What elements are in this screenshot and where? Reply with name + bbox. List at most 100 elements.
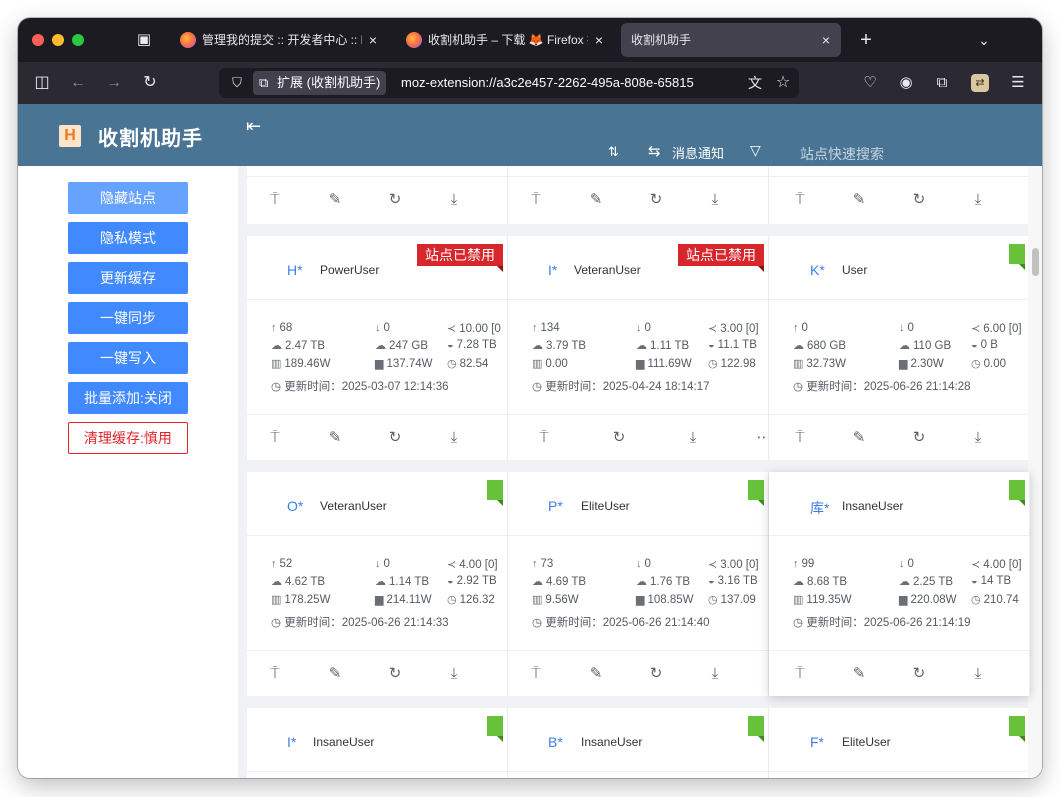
refresh-icon[interactable]: ↻	[646, 664, 666, 684]
url-text[interactable]: moz-extension://a3c2e457-2262-495a-808e-…	[401, 68, 741, 98]
pocket-icon[interactable]: ♡	[858, 71, 882, 95]
site-card[interactable]: I* VeteranUser 站点已禁用 ↑ 134 ↓ 0 ≺ 3.00 [0] ☁…	[508, 236, 769, 460]
filter-icon[interactable]: ▽	[750, 142, 761, 159]
refresh-icon[interactable]: ↻	[609, 428, 629, 448]
tab-harvester-assistant[interactable]: 收割机助手 ×	[621, 23, 841, 57]
site-abbr[interactable]: I*	[287, 734, 296, 750]
paint-roller-icon[interactable]: ⍑	[526, 664, 546, 684]
extensions-icon[interactable]: ⧉	[930, 71, 954, 95]
download-icon[interactable]: ⤓	[968, 190, 988, 210]
scrollbar-thumb[interactable]	[1032, 248, 1039, 276]
paint-roller-icon[interactable]: ⍑	[265, 428, 285, 448]
site-abbr[interactable]: K*	[810, 262, 825, 278]
update-cache-button[interactable]: 更新缓存	[68, 262, 188, 294]
site-card[interactable]: I* InsaneUser	[247, 708, 508, 778]
firefox-view-icon[interactable]: ▣	[134, 30, 154, 50]
refresh-icon[interactable]: ↻	[646, 190, 666, 210]
download-icon[interactable]: ⤓	[705, 190, 725, 210]
paint-roller-icon[interactable]: ⍑	[790, 190, 810, 210]
refresh-icon[interactable]: ↻	[909, 664, 929, 684]
site-abbr[interactable]: B*	[548, 734, 563, 750]
paint-roller-icon[interactable]: ⍑	[526, 190, 546, 210]
edit-icon[interactable]: ✎	[849, 428, 869, 448]
tracking-protection-shield-icon[interactable]: ⛉	[227, 73, 247, 93]
tab-close-icon[interactable]: ×	[366, 23, 380, 57]
card-actions: ⍑ ✎ ↻ ⤓	[247, 650, 507, 696]
site-search-input[interactable]: 站点快速搜索	[800, 144, 884, 164]
edit-icon[interactable]: ✎	[325, 664, 345, 684]
site-abbr[interactable]: O*	[287, 498, 303, 514]
download-icon[interactable]: ⤓	[968, 664, 988, 684]
refresh-icon[interactable]: ↻	[385, 428, 405, 448]
site-card[interactable]: P* EliteUser ↑ 73 ↓ 0 ≺ 3.00 [0] ☁ 4.69 TB ☁…	[508, 472, 769, 696]
extension-identity-badge[interactable]: ⧉ 扩展 (收割机助手)	[253, 71, 387, 95]
site-abbr[interactable]: F*	[810, 734, 824, 750]
edit-icon[interactable]: ✎	[325, 428, 345, 448]
download-icon[interactable]: ⤓	[444, 428, 464, 448]
list-all-tabs-icon[interactable]: ⌄	[972, 28, 996, 52]
site-card[interactable]: O* VeteranUser ↑ 52 ↓ 0 ≺ 4.00 [0] ☁ 4.62 TB…	[247, 472, 508, 696]
collapse-menu-icon[interactable]: ⇤	[246, 116, 266, 136]
edit-icon[interactable]: ✎	[849, 664, 869, 684]
translate-icon[interactable]: 文	[745, 73, 765, 93]
site-abbr[interactable]: H*	[287, 262, 303, 278]
tab-addon-download[interactable]: 收割机助手 – 下载 🦊 Firefox 扩展 ×	[396, 23, 614, 57]
batch-add-button[interactable]: 批量添加:关闭	[68, 382, 188, 414]
close-window-button[interactable]	[32, 34, 44, 46]
sidebar-toggle-icon[interactable]: ◫	[30, 71, 54, 95]
url-bar[interactable]: ⛉ ⧉ 扩展 (收割机助手) moz-extension://a3c2e457-…	[219, 68, 799, 98]
download-icon[interactable]: ⤓	[683, 428, 703, 448]
download-icon[interactable]: ⤓	[705, 664, 725, 684]
edit-icon[interactable]: ✎	[586, 664, 606, 684]
edit-icon[interactable]: ✎	[849, 190, 869, 210]
download-icon[interactable]: ⤓	[968, 428, 988, 448]
site-card[interactable]: H* PowerUser 站点已禁用 ↑ 68 ↓ 0 ≺ 10.00 [0 ☁ 2.4…	[247, 236, 508, 460]
download-icon[interactable]: ⤓	[444, 190, 464, 210]
paint-roller-icon[interactable]: ⍑	[534, 428, 554, 448]
tab-close-icon[interactable]: ×	[819, 23, 833, 57]
paint-roller-icon[interactable]: ⍑	[265, 664, 285, 684]
refresh-icon[interactable]: ↻	[385, 190, 405, 210]
clear-cache-button[interactable]: 清理缓存:慎用	[68, 422, 188, 454]
edit-icon[interactable]: ✎	[325, 190, 345, 210]
site-card[interactable]: B* InsaneUser	[508, 708, 769, 778]
reload-icon[interactable]: ↻	[138, 71, 162, 95]
hide-sites-button[interactable]: 隐藏站点	[68, 182, 188, 214]
account-icon[interactable]: ◉	[894, 71, 918, 95]
notification-icon[interactable]: ⇆	[648, 142, 661, 160]
refresh-icon[interactable]: ↻	[909, 428, 929, 448]
tab-close-icon[interactable]: ×	[592, 23, 606, 57]
menu-icon[interactable]: ☰	[1006, 71, 1030, 95]
back-icon[interactable]: ←	[66, 71, 90, 95]
paint-roller-icon[interactable]: ⍑	[790, 428, 810, 448]
new-tab-button[interactable]: +	[854, 28, 878, 52]
minimize-window-button[interactable]	[52, 34, 64, 46]
edit-icon[interactable]: ✎	[586, 190, 606, 210]
refresh-icon[interactable]: ↻	[385, 664, 405, 684]
site-card[interactable]: F* EliteUser	[769, 708, 1030, 778]
site-card[interactable]: 库* InsaneUser ↑ 99 ↓ 0 ≺ 4.00 [0] ☁ 8.68 TB …	[769, 472, 1030, 696]
paint-roller-icon[interactable]: ⍑	[265, 190, 285, 210]
download-cloud-icon: ☁	[636, 340, 647, 352]
arrow-down-icon: ↓	[375, 322, 381, 334]
refresh-icon[interactable]: ↻	[909, 190, 929, 210]
site-card[interactable]: K* User ↑ 0 ↓ 0 ≺ 6.00 [0] ☁ 680 GB ☁ 110 GB …	[769, 236, 1030, 460]
more-icon[interactable]: ⋯	[754, 428, 769, 448]
site-abbr[interactable]: 库*	[810, 498, 829, 518]
download-icon[interactable]: ⤓	[444, 664, 464, 684]
tab-developer-hub[interactable]: 管理我的提交 :: 开发者中心 :: Firefox ×	[170, 23, 388, 57]
clock-icon: ◷	[971, 358, 981, 370]
privacy-mode-button[interactable]: 隐私模式	[68, 222, 188, 254]
one-click-sync-button[interactable]: 一键同步	[68, 302, 188, 334]
harvester-extension-icon[interactable]: ⇄	[971, 74, 989, 92]
notify-label[interactable]: 消息通知	[672, 143, 724, 162]
bookmark-star-icon[interactable]: ☆	[773, 73, 793, 93]
site-abbr[interactable]: P*	[548, 498, 563, 514]
site-abbr[interactable]: I*	[548, 262, 557, 278]
forward-icon[interactable]: →	[102, 71, 126, 95]
one-click-write-button[interactable]: 一键写入	[68, 342, 188, 374]
sort-az-icon[interactable]: ⇅	[608, 144, 619, 160]
content-scrollbar[interactable]	[1028, 166, 1042, 778]
paint-roller-icon[interactable]: ⍑	[790, 664, 810, 684]
zoom-window-button[interactable]	[72, 34, 84, 46]
